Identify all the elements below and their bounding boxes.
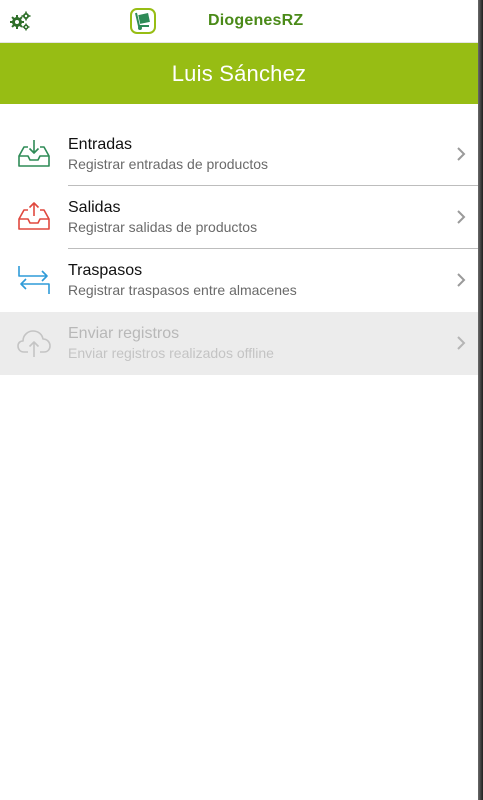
top-bar: DiogenesRZ	[0, 0, 478, 43]
menu-item-subtitle: Registrar traspasos entre almacenes	[68, 282, 297, 298]
main-menu: Entradas Registrar entradas de productos	[0, 123, 478, 375]
menu-item-enviar-registros: Enviar registros Enviar registros realiz…	[0, 312, 478, 375]
chevron-right-icon	[454, 145, 468, 163]
dolly-icon	[130, 8, 156, 34]
gears-icon[interactable]	[8, 9, 32, 33]
menu-item-salidas[interactable]: Salidas Registrar salidas de productos	[0, 186, 478, 249]
app-screen: DiogenesRZ Luis Sánchez Entradas Registr…	[0, 0, 478, 800]
menu-item-title: Entradas	[68, 136, 133, 153]
cloud-upload-icon	[16, 325, 52, 361]
menu-item-traspasos[interactable]: Traspasos Registrar traspasos entre alma…	[0, 249, 478, 312]
chevron-right-icon	[454, 334, 468, 352]
chevron-right-icon	[454, 208, 468, 226]
menu-item-entradas[interactable]: Entradas Registrar entradas de productos	[0, 123, 478, 186]
inbox-download-icon	[16, 136, 52, 172]
menu-item-subtitle: Enviar registros realizados offline	[68, 345, 274, 361]
inbox-upload-icon	[16, 199, 52, 235]
menu-item-title: Salidas	[68, 199, 121, 216]
user-name: Luis Sánchez	[171, 60, 307, 86]
user-header: Luis Sánchez	[0, 43, 478, 104]
menu-item-title: Traspasos	[68, 262, 143, 279]
app-title: DiogenesRZ	[208, 12, 304, 29]
menu-item-subtitle: Registrar salidas de productos	[68, 219, 258, 235]
menu-item-title: Enviar registros	[68, 325, 180, 342]
window-edge	[478, 0, 483, 800]
menu-item-subtitle: Registrar entradas de productos	[68, 156, 268, 172]
transfer-arrows-icon	[16, 262, 52, 298]
chevron-right-icon	[454, 271, 468, 289]
